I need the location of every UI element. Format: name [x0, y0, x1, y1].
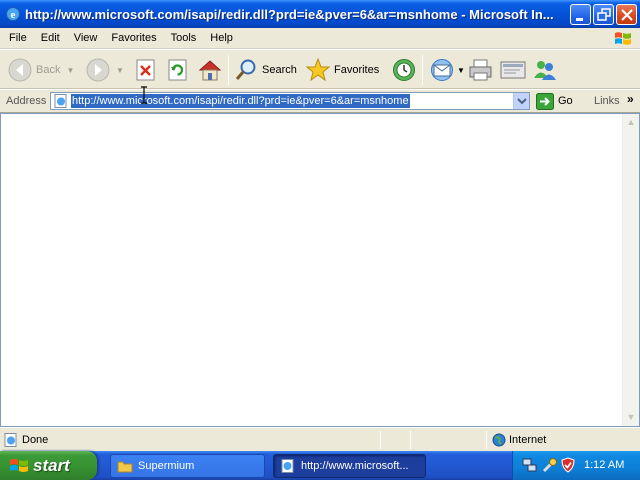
refresh-icon: [168, 59, 187, 81]
clock[interactable]: 1:12 AM: [584, 459, 624, 471]
taskbar-item-ie[interactable]: http://www.microsoft...: [273, 454, 426, 478]
start-label: start: [33, 455, 70, 475]
status-bar: Done Internet: [0, 427, 640, 451]
printer-icon: [469, 59, 492, 81]
links-label[interactable]: Links: [594, 95, 620, 107]
forward-arrow-icon: [86, 58, 110, 82]
toolbar-separator: [228, 55, 229, 85]
internet-globe-icon: [492, 433, 506, 447]
taskbar: start Supermium http://www.microsoft... …: [0, 451, 640, 480]
stop-button[interactable]: [136, 55, 156, 85]
menu-favorites[interactable]: Favorites: [104, 29, 163, 48]
restore-icon: [597, 8, 611, 21]
search-label: Search: [262, 64, 297, 76]
edit-button[interactable]: [500, 55, 526, 85]
windows-logo-icon: [615, 32, 631, 45]
start-button[interactable]: start: [0, 451, 97, 480]
mail-icon: [431, 59, 453, 81]
back-button[interactable]: Back ▼: [8, 55, 74, 85]
network-tray-icon[interactable]: [522, 457, 538, 473]
taskbar-item-label: Supermium: [138, 460, 195, 472]
window-title: http://www.microsoft.com/isapi/redir.dll…: [25, 6, 554, 22]
menu-edit[interactable]: Edit: [34, 29, 67, 48]
chevron-down-icon: [517, 98, 527, 105]
status-separator: [486, 431, 487, 449]
status-separator: [380, 431, 381, 449]
close-icon: [621, 9, 633, 21]
links-chevron-icon[interactable]: »: [627, 92, 634, 106]
security-zone-text: Internet: [509, 434, 547, 446]
back-label: Back: [36, 64, 61, 76]
edit-page-icon: [500, 61, 526, 79]
address-bar: Address http://www.microsoft.com/isapi/r…: [0, 89, 640, 113]
favorites-star-icon: [306, 58, 330, 82]
menu-view[interactable]: View: [67, 29, 105, 48]
minimize-button[interactable]: [570, 4, 591, 25]
address-dropdown-button[interactable]: [513, 93, 529, 109]
security-shield-tray-icon[interactable]: [560, 457, 576, 473]
home-button[interactable]: [198, 55, 222, 85]
minimize-icon: [576, 18, 583, 21]
folder-icon: [117, 461, 133, 473]
taskbar-item-supermium[interactable]: Supermium: [110, 454, 265, 478]
mail-button[interactable]: ▼: [430, 55, 465, 85]
restore-button[interactable]: [593, 4, 614, 25]
ie-page-icon: [281, 459, 294, 473]
favorites-button[interactable]: Favorites: [306, 55, 379, 85]
go-button[interactable]: Go: [536, 92, 573, 110]
svg-text:e: e: [11, 9, 16, 21]
stop-icon: [136, 59, 155, 81]
page-done-icon: [4, 433, 17, 447]
mouse-cursor-icon: [141, 86, 147, 104]
menu-file[interactable]: File: [2, 29, 34, 48]
forward-button[interactable]: ▼: [86, 55, 124, 85]
scroll-up-arrow-icon[interactable]: ▲: [623, 114, 639, 131]
close-button[interactable]: [616, 4, 637, 25]
go-label: Go: [558, 95, 573, 107]
back-arrow-icon: [8, 58, 32, 82]
taskbar-item-label: http://www.microsoft...: [301, 460, 409, 472]
scroll-down-arrow-icon[interactable]: ▼: [623, 409, 639, 426]
address-label: Address: [6, 95, 47, 107]
refresh-button[interactable]: [168, 55, 188, 85]
go-arrow-icon: [536, 92, 554, 110]
messenger-icon: [534, 61, 556, 80]
messenger-button[interactable]: [532, 55, 558, 85]
back-dropdown-icon[interactable]: ▼: [66, 66, 74, 75]
system-tray: 1:12 AM: [512, 451, 640, 480]
home-icon: [198, 60, 222, 81]
menu-help[interactable]: Help: [203, 29, 240, 48]
menu-tools[interactable]: Tools: [164, 29, 204, 48]
page-content-area[interactable]: ▲ ▼: [0, 113, 640, 427]
vertical-scrollbar[interactable]: ▲ ▼: [622, 114, 639, 426]
history-icon: [393, 59, 415, 81]
page-icon: [54, 94, 67, 108]
menu-bar: File Edit View Favorites Tools Help: [0, 28, 640, 49]
forward-dropdown-icon[interactable]: ▼: [116, 66, 124, 75]
favorites-label: Favorites: [334, 64, 380, 76]
status-separator: [410, 431, 411, 449]
history-button[interactable]: [391, 55, 417, 85]
address-url-text: http://www.microsoft.com/isapi/redir.dll…: [71, 94, 410, 108]
windows-logo-icon: [10, 458, 28, 472]
ie-logo-icon: e: [6, 7, 20, 21]
standard-toolbar: Back ▼ ▼ Search Favorites ▼: [0, 49, 640, 89]
print-button[interactable]: [468, 55, 494, 85]
search-icon: [235, 59, 256, 80]
toolbar-separator: [422, 55, 423, 85]
tools-tray-icon[interactable]: [542, 457, 558, 473]
status-text: Done: [22, 434, 49, 446]
mail-dropdown-icon[interactable]: ▼: [457, 66, 465, 75]
title-bar[interactable]: e http://www.microsoft.com/isapi/redir.d…: [0, 0, 640, 28]
address-input[interactable]: http://www.microsoft.com/isapi/redir.dll…: [50, 92, 530, 110]
search-button[interactable]: Search: [234, 55, 297, 85]
